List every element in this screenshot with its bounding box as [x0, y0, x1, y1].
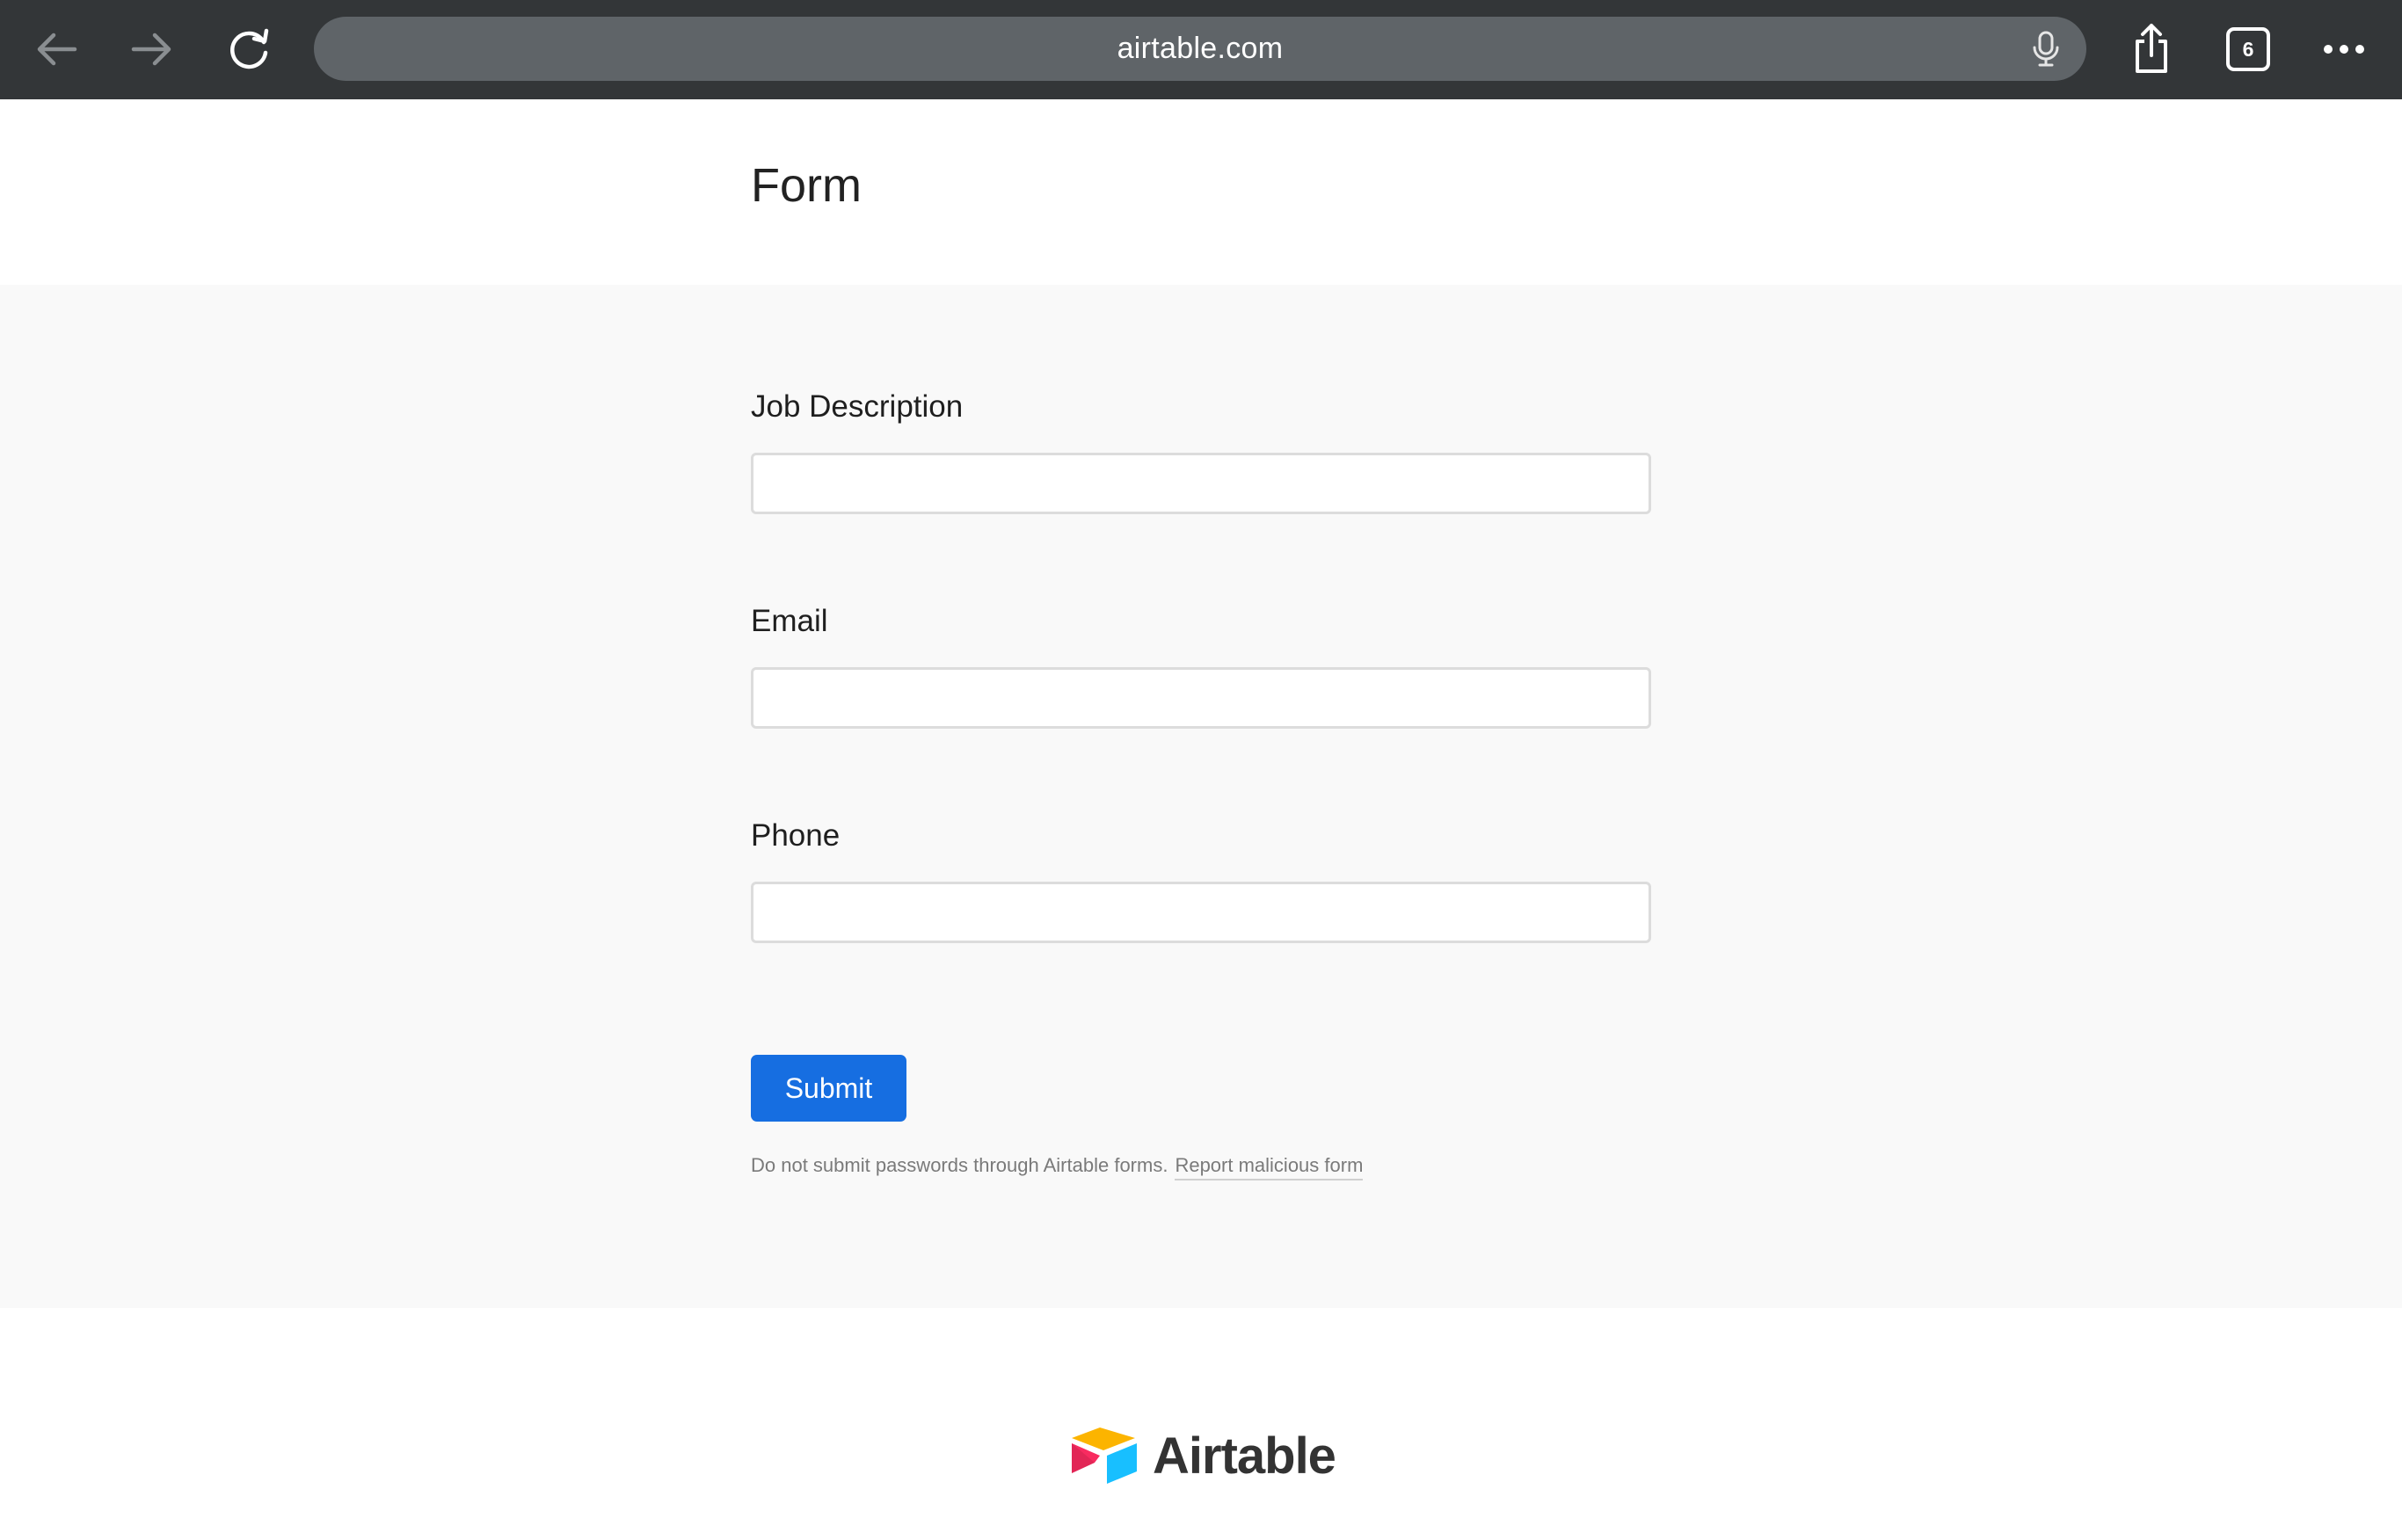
airtable-logo[interactable]: Airtable: [1068, 1426, 1336, 1486]
email-input[interactable]: [751, 667, 1651, 729]
more-button[interactable]: [2321, 35, 2367, 63]
share-icon: [2136, 24, 2167, 73]
forward-button[interactable]: [127, 27, 177, 71]
tabs-button[interactable]: 6: [2226, 27, 2270, 71]
microphone-button[interactable]: [2028, 31, 2064, 68]
address-bar[interactable]: airtable.com: [314, 17, 2086, 81]
airtable-logo-icon: [1072, 1427, 1137, 1484]
more-icon: [2324, 45, 2364, 54]
reload-button[interactable]: [224, 24, 275, 75]
form-body: Job Description Email Phone Submit Do no…: [0, 285, 2402, 1308]
disclaimer: Do not submit passwords through Airtable…: [751, 1154, 1364, 1180]
job-description-input[interactable]: [751, 453, 1651, 514]
page-title: Form: [751, 159, 862, 212]
phone-label: Phone: [751, 818, 841, 853]
url-text[interactable]: airtable.com: [314, 17, 2086, 81]
arrow-right-icon: [131, 33, 171, 66]
arrow-left-icon: [37, 33, 77, 66]
report-malicious-form-link[interactable]: Report malicious form: [1175, 1154, 1364, 1180]
share-button[interactable]: [2128, 21, 2175, 76]
email-label: Email: [751, 604, 828, 638]
phone-input[interactable]: [751, 882, 1651, 943]
microphone-icon: [2033, 31, 2059, 67]
browser-toolbar: airtable.com 6: [0, 0, 2402, 99]
back-button[interactable]: [32, 27, 81, 71]
airtable-wordmark: Airtable: [1153, 1427, 1336, 1485]
submit-button[interactable]: Submit: [751, 1055, 906, 1122]
job-description-label: Job Description: [751, 389, 964, 424]
tab-count-label: 6: [2242, 37, 2254, 61]
disclaimer-text: Do not submit passwords through Airtable…: [751, 1154, 1168, 1176]
form-header: Form: [0, 99, 2402, 285]
reload-icon: [230, 28, 269, 69]
